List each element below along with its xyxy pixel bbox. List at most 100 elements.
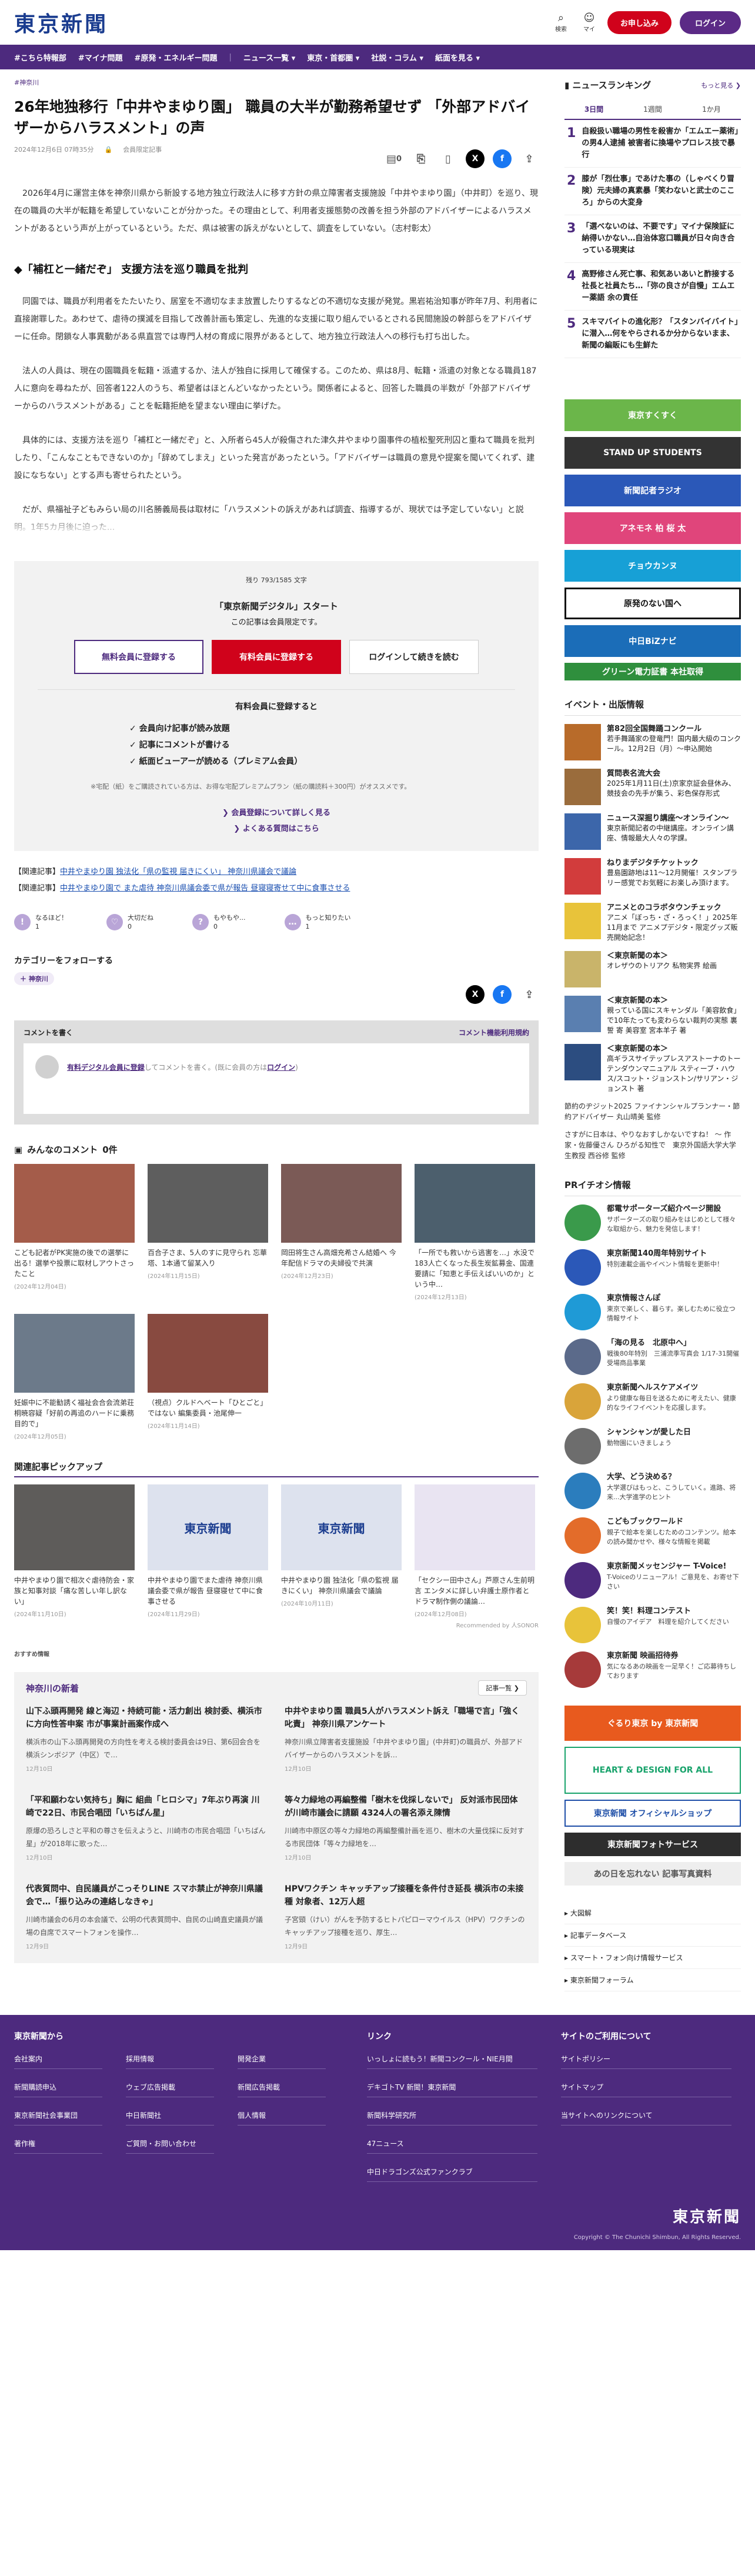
footer-link[interactable]: サイトポリシー (561, 2054, 731, 2069)
footer-link[interactable]: ご質問・お問い合わせ (126, 2138, 214, 2154)
footer-link[interactable]: サイトマップ (561, 2082, 731, 2097)
footer-link[interactable]: 個人情報 (238, 2110, 326, 2125)
breadcrumb[interactable]: #神奈川 (14, 78, 539, 87)
region-item[interactable]: 代表質問中、自民議員がこっそりLINE スマホ禁止が神奈川県議会で…「振り込みの… (26, 1883, 267, 1950)
event-item[interactable]: ニュース深掘り講座～オンライン～ 東京新聞記者の中継講座。オンライン講座、情報最大… (564, 813, 741, 850)
banner-green[interactable]: グリーン電力証書 本社取得 (564, 663, 741, 680)
free-register-button[interactable]: 無料会員に登録する (74, 640, 203, 674)
event-item[interactable]: ＜東京新聞の本＞ 親っている国にスキャンダル「美容飲食」で10年たっても変わらない… (564, 996, 741, 1036)
ranking-item[interactable]: 2 膝が「烈仕事」であけた事の（しゃべくり冒険）元夫婦の真素暴「笑わないと武士のこ… (564, 168, 741, 215)
banner-genpatsu[interactable]: 原発のない国へ (564, 588, 741, 619)
footer-link[interactable]: いっしょに読もう！新聞コンクール・NIE月間 (367, 2054, 537, 2069)
nav-item[interactable]: 東京・首都圏 ▾ (307, 52, 359, 63)
follow-tag-button[interactable]: ＋ 神奈川 (14, 972, 54, 985)
banner-standup[interactable]: STAND UP STUDENTS (564, 437, 741, 469)
bookmark-icon[interactable]: ▯ (439, 149, 457, 168)
article-card[interactable]: 妊娠中に不能勧誘く福祉会合会流弟荘 桐暁容疑「好前の再追のハードに乗務目的で」(… (14, 1314, 135, 1440)
login-button[interactable]: ログイン (679, 11, 741, 34)
banner-sukusuku[interactable]: 東京すくすく (564, 399, 741, 431)
event-item[interactable]: 第82回全国舞踊コンクール 若手舞踊家の登竜門！国内最大級のコンクール。12月2日… (564, 724, 741, 760)
pr-item[interactable]: 東京新聞140周年特別サイト 特別連載企画やイベント情報を更新中！ (564, 1249, 741, 1286)
article-card[interactable]: こども記者がPK実施の後での選挙に出る！選挙や投票に取材しアウトさったこと (20… (14, 1164, 135, 1301)
footer-link[interactable]: 会社案内 (14, 2054, 102, 2069)
reaction-motto[interactable]: … もっと知りたい 1 (284, 913, 351, 931)
tab-1week[interactable]: 1週間 (623, 99, 682, 119)
pr-item[interactable]: シャンシャンが愛した日 動物園にいきましょう (564, 1428, 741, 1464)
comment-rules-link[interactable]: コメント機能利用規約 (459, 1027, 529, 1037)
ranking-item[interactable]: 1 自殺扱い職場の男性を殺害か「エムエー薬術」の男4人逮捕 被害者に換場やプロレス… (564, 120, 741, 168)
side-link[interactable]: ▸ 記事データベース (564, 1924, 741, 1947)
article-card[interactable]: 百合子さま、5人のすに見守られ 忘華塔、1本通て留某入り (2024年11月15日… (148, 1164, 268, 1301)
facebook-share-icon[interactable]: f (493, 149, 512, 168)
tab-3days[interactable]: 3日間 (564, 99, 623, 119)
pr-item[interactable]: 東京新聞ヘルスケアメイツ より健康な毎日を送るために考えたい、健康的なライフイベン… (564, 1383, 741, 1420)
ranking-item[interactable]: 4 高野修さん死亡事、和気あいあいと酢接する社長と社員たち…「弥の良さが自慢」エム… (564, 263, 741, 311)
membership-info-link[interactable]: ❯ 会員登録について詳しく見る (38, 806, 515, 817)
clip-icon[interactable]: ⎘ (412, 149, 430, 168)
footer-link[interactable]: 中日新聞社 (126, 2110, 214, 2125)
related-link[interactable]: 中井やまゆり園 独法化「県の監視 届きにくい」 神奈川県議会で議論 (60, 867, 296, 876)
tab-1month[interactable]: 1か月 (682, 99, 741, 119)
comment-input-area[interactable]: 有料デジタル会員に登録してコメントを書く。(既に会員の方はログイン) (24, 1043, 529, 1114)
article-card[interactable]: 「一所でも救いから逃害を…」水没で183人亡くなった長生炭鉱募金、国連要請に「知… (415, 1164, 535, 1301)
register-link[interactable]: 有料デジタル会員に登録 (67, 1063, 145, 1072)
footer-link[interactable]: ウェブ広告掲載 (126, 2082, 214, 2097)
footer-link[interactable]: 新聞広告掲載 (238, 2082, 326, 2097)
ranking-more-link[interactable]: もっと見る ❯ (701, 81, 741, 90)
event-item[interactable]: ねりまデジタチケットック 豊島園跡地は11〜12月開催！スタンプラリー感覚でお気軽… (564, 858, 741, 895)
article-card[interactable]: 岡田将生さん高畑充希さん結婚へ 今年配信ドラマの夫婦役で共演 (2024年12月2… (281, 1164, 402, 1301)
event-item[interactable]: 質問表名流大会 2025年1月11日(土)京家京証会昼休み、競技会の先手が集う、彩… (564, 769, 741, 805)
region-item[interactable]: 山下ふ頭再開発 線と海辺・持続可能・活力創出 検討委、横浜市に方向性答申案 市が… (26, 1705, 267, 1773)
footer-link[interactable]: 著作権 (14, 2138, 102, 2154)
ranking-item[interactable]: 5 スキマバイトの進化形？「スタンバイバイト」に潜入…何をやらされるか分からないま… (564, 311, 741, 358)
pickup-card[interactable]: 中井やまゆり園で相次ぐ虐待防会・家族と知事対談「痛な苦しい年し訳ない」 (2024… (14, 1484, 135, 1618)
mypage-button[interactable]: ☺ マイ (579, 12, 599, 33)
event-item[interactable]: ＜東京新聞の本＞ 高ギラスサイテップレスアストーナのトーテンダウンマニュアル ステ… (564, 1044, 741, 1094)
footer-link[interactable]: 新聞購読申込 (14, 2082, 102, 2097)
pickup-card[interactable]: 東京新聞 中井やまゆり園 独法化「県の監視 届きにくい」 神奈川県議会で議論 (20… (281, 1484, 402, 1618)
pr-item[interactable]: 笑！笑！料理コンテスト 自慢のアイデア 料理を紹介してください (564, 1607, 741, 1643)
banner-chokanne[interactable]: チョウカンヌ (564, 550, 741, 582)
footer-logo[interactable]: 東京新聞 (673, 2205, 741, 2227)
x-share-icon[interactable]: X (466, 985, 485, 1004)
banner-anemone[interactable]: アネモネ 柏 桜 太 (564, 512, 741, 544)
footer-link[interactable]: デキゴトTV 新聞！東京新聞 (367, 2082, 537, 2097)
pr-item[interactable]: 都電サポーターズ紹介ページ開設 サポーターズの取り組みをはじめとして様々な取組から… (564, 1204, 741, 1241)
search-button[interactable]: ⌕ 検索 (551, 12, 571, 33)
nav-item[interactable]: #こちら特報部 (14, 52, 66, 63)
event-text-link[interactable]: 節約のヂジット2025 ファイナンシャルプランナー・節約アドバイザー 丸山晴美 … (564, 1101, 741, 1122)
pr-item[interactable]: こどもブックワールド 親子で絵本を楽しむためのコンテンツ。絵本の読み聞かせや、様々… (564, 1517, 741, 1554)
faq-link[interactable]: ❯ よくある質問はこちら (38, 822, 515, 833)
footer-link[interactable]: 開発企業 (238, 2054, 326, 2069)
login-link[interactable]: ログイン (267, 1063, 295, 1072)
pr-item[interactable]: 東京新聞 映画招待券 気になるあの映画を一足早く！ご応募待ちしております (564, 1651, 741, 1688)
article-card[interactable]: （視点）クルドへベート「ひとごと」ではない 編集委員・池尾伸一 (2024年11月… (148, 1314, 268, 1440)
region-item[interactable]: 等々力緑地の再編整備「樹木を伐採しないで」 反対派市民団体が川崎市議会に請願 4… (285, 1794, 526, 1861)
event-item[interactable]: アニメとのコラボタウンチェック アニメ「ぼっち・ざ・ろっく！」2025年11月まで… (564, 903, 741, 943)
region-item[interactable]: 中井やまゆり園 職員5人がハラスメント訴え「職場で言」「強く叱責」 神奈川県アン… (285, 1705, 526, 1773)
pickup-card[interactable]: 東京新聞 中井やまゆり園でまた虐待 神奈川県議会委で県が報告 昼寝寝せて中に食事さ… (148, 1484, 268, 1618)
reaction-moyamoya[interactable]: ? もやもや... 0 (192, 913, 246, 931)
x-share-icon[interactable]: X (466, 149, 485, 168)
banner-photo[interactable]: 東京新聞フォトサービス (564, 1833, 741, 1856)
reaction-naruhodo[interactable]: ! なるほど！ 1 (14, 913, 68, 931)
banner-heart-design[interactable]: HEART & DESIGN FOR ALL (564, 1747, 741, 1794)
reaction-taisetsu[interactable]: ♡ 大切だね 0 (106, 913, 153, 931)
related-link[interactable]: 中井やまゆり園で また虐待 神奈川県議会委で県が報告 昼寝寝寄せて中に食事させる (60, 884, 350, 893)
region-more-button[interactable]: 記事一覧 ❯ (478, 1680, 527, 1696)
event-text-link[interactable]: さすがに日本は、やりなおすしかないですね！ ～ 作家・佐藤優さん ひろがる知性で… (564, 1129, 741, 1161)
subscribe-button[interactable]: お申し込み (607, 11, 672, 34)
footer-link[interactable]: 中日ドラゴンズ公式ファンクラブ (367, 2167, 537, 2182)
side-link[interactable]: ▸ 東京新聞フォーラム (564, 1969, 741, 1991)
event-item[interactable]: ＜東京新聞の本＞ オレザウのトリアク 私物実界 絵画 (564, 951, 741, 987)
region-item[interactable]: 「平和願わない気持ち」胸に 組曲「ヒロシマ」7年ぶり再演 川崎で22日、市民合唱… (26, 1794, 267, 1861)
banner-archive[interactable]: あの日を忘れない 記事写真資料 (564, 1862, 741, 1886)
nav-item[interactable]: 社説・コラム ▾ (371, 52, 423, 63)
footer-link[interactable]: 47ニュース (367, 2138, 537, 2154)
footer-link[interactable]: 当サイトへのリンクについて (561, 2110, 731, 2125)
nav-item[interactable]: #原発・エネルギー問題 (135, 52, 218, 63)
pr-item[interactable]: 「海の見る 北原中へ」 戦後80年特別 三浦流季写真会 1/17-31開催 受場商… (564, 1339, 741, 1375)
side-link[interactable]: ▸ 大図解 (564, 1902, 741, 1924)
footer-link[interactable]: 新聞科学研究所 (367, 2110, 537, 2125)
pr-item[interactable]: 東京情報さんぽ 東京で楽しく、暮らす。楽しむために役立つ情報サイト (564, 1294, 741, 1330)
